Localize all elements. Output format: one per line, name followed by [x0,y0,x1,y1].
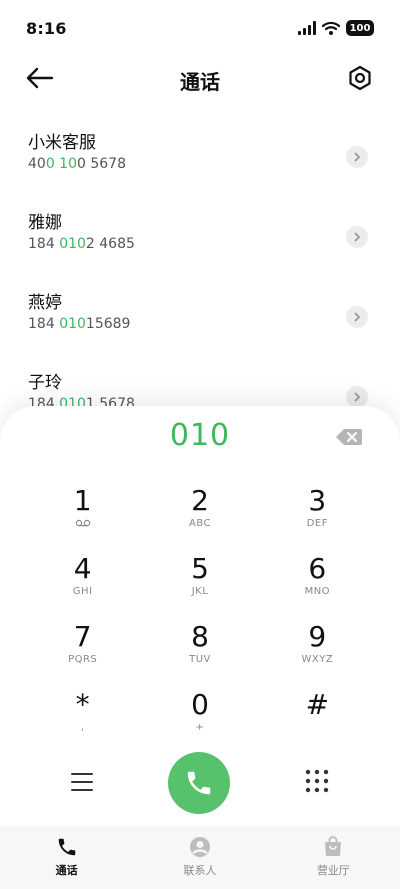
contact-list: 小米客服 400 100 5678 雅娜 184 0102 4685 燕婷 18… [0,118,400,438]
voicemail-icon [24,518,141,532]
shopping-bag-icon [325,836,342,856]
keypad-toggle-button[interactable] [304,768,330,794]
contact-number: 400 100 5678 [28,156,126,172]
phone-icon [187,771,211,795]
contact-name: 燕婷 [28,293,62,313]
contact-name: 子玲 [28,373,62,393]
chevron-right-icon [354,312,361,322]
backspace-icon [336,429,362,445]
status-icons: 100 [298,20,374,36]
contact-number: 184 0102 4685 [28,236,135,252]
key-5[interactable]: 5 JKL [141,552,258,610]
chevron-right-icon [354,152,361,162]
phone-icon [58,838,75,856]
contact-detail-button[interactable] [346,386,368,408]
contact-name: 雅娜 [28,213,62,233]
dialpad-icon [305,769,329,793]
key-4[interactable]: 4 GHI [24,552,141,610]
tab-calls[interactable]: 通话 [0,826,133,889]
menu-icon [71,773,93,791]
key-7[interactable]: 7 PQRS [24,620,141,678]
key-2[interactable]: 2 ABC [141,484,258,542]
contact-item[interactable]: 雅娜 184 0102 4685 [0,208,400,278]
contact-name: 小米客服 [28,133,96,153]
key-6[interactable]: 6 MNO [259,552,376,610]
contact-item[interactable]: 小米客服 400 100 5678 [0,128,400,198]
dialer-panel: 010 1 2 ABC 3 DEF 4 GHI 5 JKL 6 MNO 7 PQ… [0,406,400,826]
wifi-icon [322,21,340,35]
settings-icon [349,65,371,91]
contact-detail-button[interactable] [346,306,368,328]
tab-service-hall[interactable]: 营业厅 [267,826,400,889]
keypad: 1 2 ABC 3 DEF 4 GHI 5 JKL 6 MNO 7 PQRS 8… [24,484,376,746]
key-0[interactable]: 0 + [141,688,258,746]
page-title: 通话 [180,70,220,94]
contact-item[interactable]: 燕婷 184 01015689 [0,288,400,358]
key-star[interactable]: * , [24,688,141,746]
backspace-button[interactable] [336,428,362,446]
battery-indicator: 100 [346,20,374,36]
tab-contacts[interactable]: 联系人 [133,826,266,889]
menu-button[interactable] [68,770,96,794]
status-time: 8:16 [26,18,67,38]
call-button[interactable] [168,752,230,814]
chevron-right-icon [354,232,361,242]
key-3[interactable]: 3 DEF [259,484,376,542]
settings-button[interactable] [346,64,374,92]
key-1[interactable]: 1 [24,484,141,542]
key-9[interactable]: 9 WXYZ [259,620,376,678]
status-bar: 8:16 100 [0,0,400,56]
signal-icon [298,21,316,35]
bottom-tab-bar: 通话 联系人 营业厅 [0,826,400,889]
dialer-actions [0,752,400,816]
key-hash[interactable]: # [259,688,376,746]
key-8[interactable]: 8 TUV [141,620,258,678]
contact-detail-button[interactable] [346,146,368,168]
chevron-right-icon [354,392,361,402]
contact-detail-button[interactable] [346,226,368,248]
top-bar: 通话 [0,56,400,100]
contacts-icon [189,837,210,857]
contact-number: 184 01015689 [28,316,131,332]
